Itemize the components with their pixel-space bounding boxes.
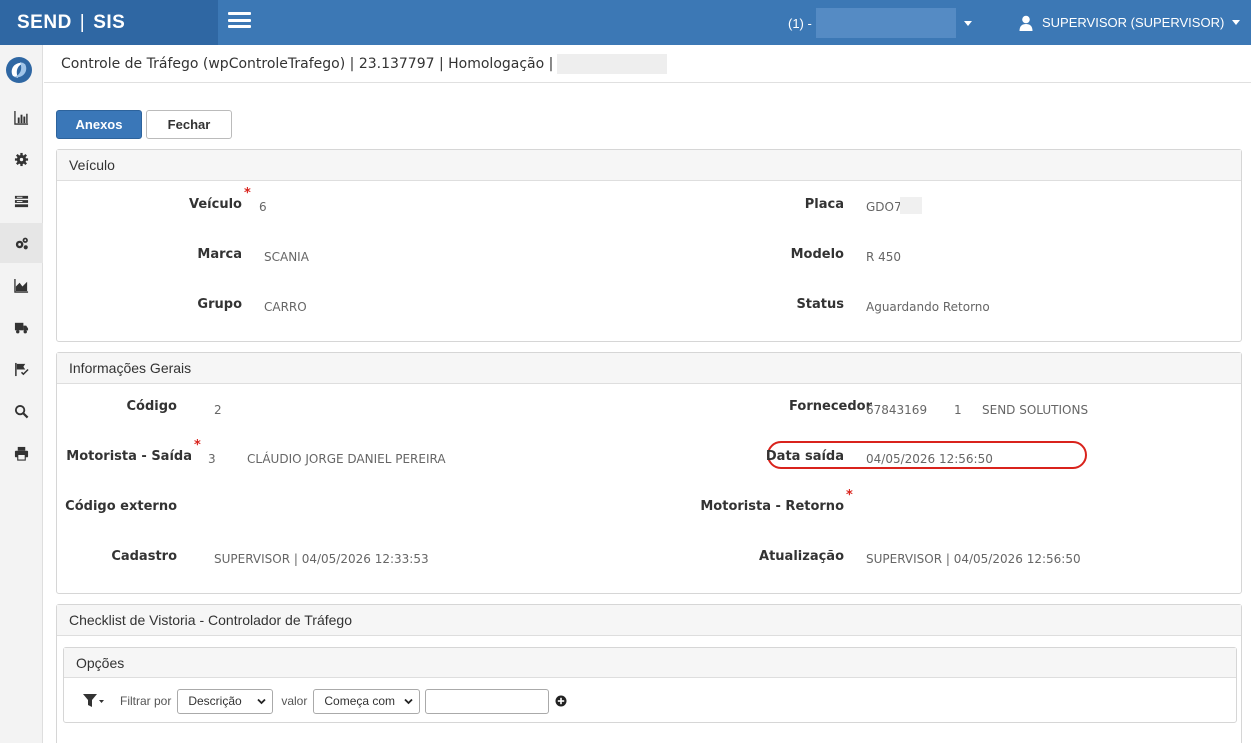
page-title-text: Controle de Tráfego (wpControleTrafego) … [61, 55, 554, 72]
checklist-panel-title: Checklist de Vistoria - Controlador de T… [57, 605, 1241, 636]
search-icon [14, 404, 29, 418]
brand-label: Marca [197, 247, 242, 262]
supplier-name[interactable]: SEND SOLUTIONS [982, 403, 1088, 417]
top-bar: SEND | SIS (1) - SUPERVISOR (SUPERVISOR) [0, 0, 1251, 45]
general-info-panel: Informações Gerais Código 2 Fornecedor 6… [56, 352, 1242, 594]
vehicle-label: Veículo [189, 197, 242, 212]
external-code-label: Código externo [65, 499, 177, 514]
chart-bar-icon [14, 110, 29, 125]
required-marker: * [244, 186, 251, 201]
filter-label: Filtrar por [120, 694, 172, 708]
redacted-area [900, 197, 922, 214]
model-label: Modelo [790, 247, 844, 262]
filter-icon[interactable] [82, 693, 104, 709]
gear-icon [14, 152, 29, 166]
driver-departure-code[interactable]: 3 [208, 452, 216, 466]
group-label: Grupo [197, 297, 242, 312]
print-icon [14, 446, 29, 461]
vehicle-panel: Veículo Veículo * 6 Placa GDO7I Marca SC… [56, 149, 1242, 342]
brand-left: SEND [17, 11, 72, 33]
filter-field-value: Descrição [188, 694, 242, 708]
user-icon [1019, 15, 1033, 31]
attachments-button[interactable]: Anexos [56, 110, 142, 139]
truck-icon [14, 322, 29, 333]
registration-label: Cadastro [111, 549, 177, 564]
gears-icon [15, 237, 28, 249]
filter-row: Filtrar por Descrição valor Começa com [82, 688, 567, 714]
options-panel: Opções Filtrar por Descrição valor Começ… [63, 647, 1237, 723]
brand-logo[interactable]: SEND | SIS [0, 0, 218, 45]
sidebar-item-print[interactable] [0, 433, 43, 473]
page-title: Controle de Tráfego (wpControleTrafego) … [44, 45, 1251, 83]
driver-return-label: Motorista - Retorno [700, 499, 844, 514]
driver-departure-label: Motorista - Saída [66, 449, 192, 464]
departure-date-label: Data saída [765, 449, 844, 464]
sidebar-item-truck[interactable] [0, 307, 43, 347]
filter-value-input[interactable] [425, 688, 550, 714]
general-info-panel-title: Informações Gerais [57, 353, 1241, 384]
redacted-area [557, 53, 668, 74]
environment-label: (1) - [788, 15, 812, 31]
brand-separator: | [79, 11, 86, 33]
driver-departure-name[interactable]: CLÁUDIO JORGE DANIEL PEREIRA [247, 452, 446, 466]
add-filter-icon[interactable] [555, 695, 567, 707]
required-marker: * [194, 438, 201, 453]
group-value[interactable]: CARRO [264, 300, 307, 314]
code-label: Código [126, 399, 177, 414]
sidebar-item-settings[interactable] [0, 139, 43, 179]
required-marker: * [846, 488, 853, 503]
departure-date-value[interactable]: 04/05/2026 12:56:50 [866, 452, 993, 466]
chevron-down-icon [404, 698, 413, 704]
brand-right: SIS [93, 11, 126, 33]
redacted-area [815, 8, 956, 38]
code-value[interactable]: 2 [214, 403, 222, 417]
user-menu[interactable]: SUPERVISOR (SUPERVISOR) [1018, 0, 1241, 45]
status-value[interactable]: Aguardando Retorno [866, 300, 990, 314]
supplier-label: Fornecedor [789, 399, 872, 414]
supplier-code[interactable]: 67843169 [866, 403, 927, 417]
plate-label: Placa [804, 197, 844, 212]
filter-operator-select[interactable]: Começa com [313, 688, 421, 714]
update-value[interactable]: SUPERVISOR | 04/05/2026 12:56:50 [866, 552, 1081, 566]
chevron-down-icon [963, 20, 972, 26]
registration-value[interactable]: SUPERVISOR | 04/05/2026 12:33:53 [214, 552, 429, 566]
environment-select[interactable]: (1) - [788, 8, 972, 38]
vehicle-panel-title: Veículo [57, 150, 1241, 181]
model-value[interactable]: R 450 [866, 250, 901, 264]
close-button[interactable]: Fechar [146, 110, 232, 139]
area-chart-icon [14, 278, 29, 293]
options-panel-title: Opções [64, 648, 1236, 678]
supplier-number[interactable]: 1 [954, 403, 962, 417]
menu-icon[interactable] [228, 12, 251, 28]
user-name: SUPERVISOR (SUPERVISOR) [1042, 15, 1225, 30]
status-label: Status [796, 297, 844, 312]
vehicle-value[interactable]: 6 [259, 200, 267, 214]
sidebar-item-flag[interactable] [0, 349, 43, 389]
chevron-down-icon [257, 698, 266, 704]
sidebar-item-chart[interactable] [0, 97, 43, 137]
app-logo-icon[interactable] [5, 56, 33, 84]
flag-check-icon [15, 362, 29, 376]
sidebar-item-search[interactable] [0, 391, 43, 431]
sidebar-item-gears[interactable] [0, 223, 43, 263]
list-icon [14, 195, 29, 207]
filter-field-select[interactable]: Descrição [177, 688, 274, 714]
filter-operator-value: Começa com [324, 694, 396, 708]
brand-value[interactable]: SCANIA [264, 250, 309, 264]
update-label: Atualização [759, 549, 844, 564]
checklist-panel: Checklist de Vistoria - Controlador de T… [56, 604, 1242, 743]
value-label: valor [281, 694, 308, 708]
sidebar-item-list[interactable] [0, 181, 43, 221]
chevron-down-icon [1232, 20, 1241, 25]
sidebar-item-area-chart[interactable] [0, 265, 43, 305]
sidebar [0, 45, 43, 743]
